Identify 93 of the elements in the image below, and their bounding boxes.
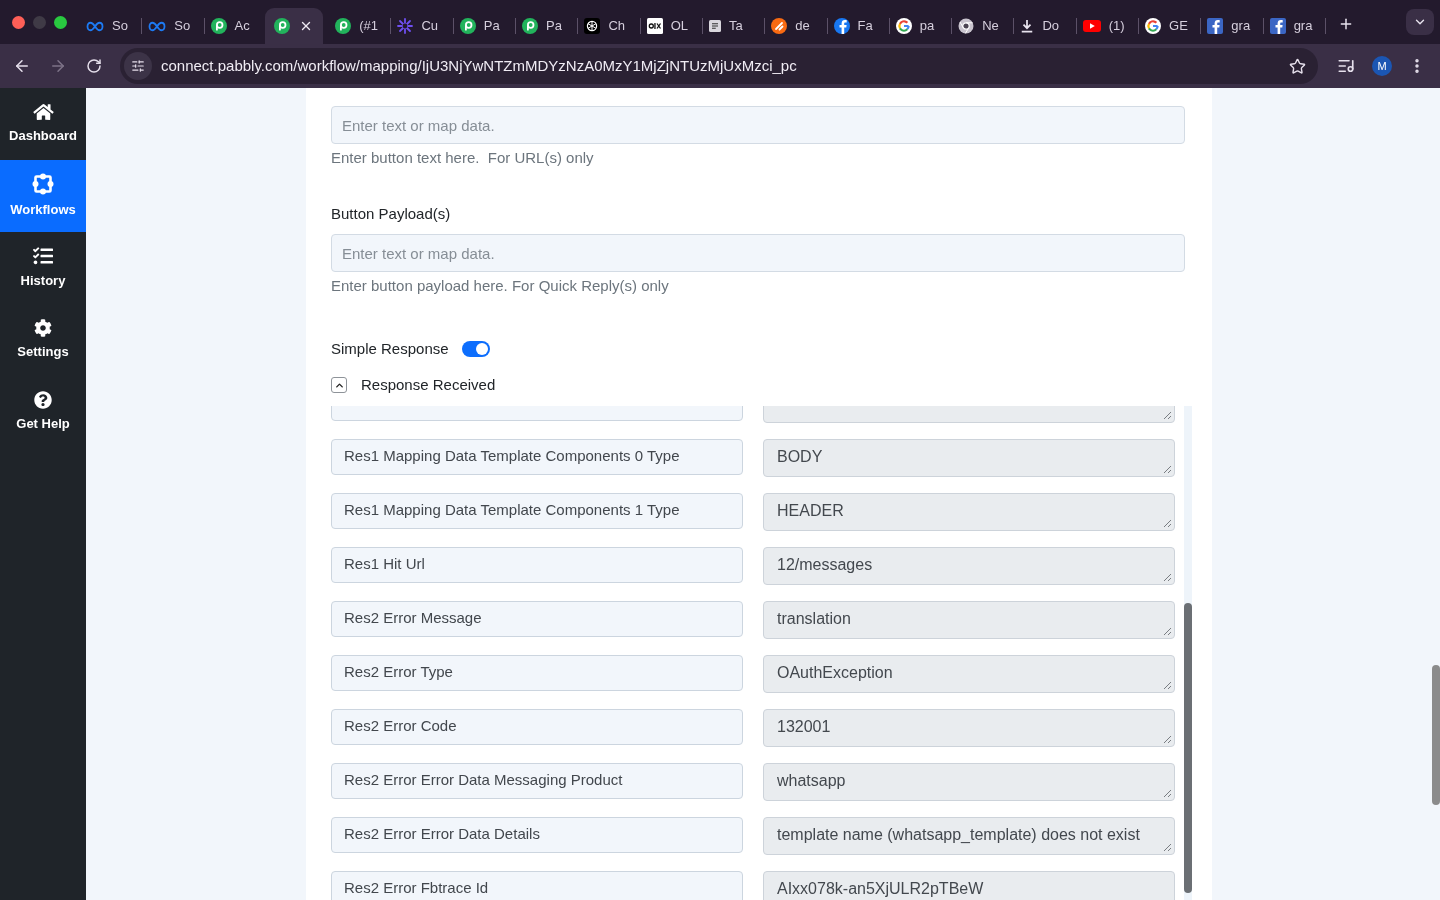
value-field[interactable]: 12/messages [763,547,1175,585]
star-icon[interactable] [1289,57,1306,75]
profile-avatar[interactable]: M [1372,56,1392,76]
disc-logo-icon [771,18,788,34]
toggle-label: Simple Response [331,339,449,359]
square-logo-icon [646,18,663,34]
value-field[interactable]: HEADER [763,493,1175,531]
key-field: Res2 Error Error Data Details [331,817,743,853]
checklist-icon [33,245,53,266]
f-logo-icon [833,18,850,34]
settings-icon [34,318,52,337]
key-field: Res2 Error Fbtrace Id [331,871,743,900]
collapse-button[interactable] [331,377,347,393]
resize-handle-icon[interactable] [1163,843,1171,851]
value-field[interactable]: template name (whatsapp_template) does not exist [763,817,1175,855]
ring-logo-icon [273,18,290,34]
knot-icon [584,18,601,34]
browser-tab[interactable]: de [765,8,824,44]
browser-tab[interactable]: (1) [1076,8,1135,44]
browser-tab[interactable]: OL [640,8,699,44]
window-close-button[interactable] [12,15,25,29]
resize-handle-icon[interactable] [1163,519,1171,527]
scrollbar-thumb[interactable] [1184,603,1192,893]
note-icon [708,20,721,32]
home-icon [32,102,54,121]
sunburst-icon [397,18,414,34]
text-input[interactable]: Enter text or map data. [331,234,1185,272]
g-logo-icon [895,18,912,34]
sidebar-item[interactable]: Workflows [0,160,86,232]
key-field: Res2 Error Type [331,655,743,691]
address-bar[interactable]: connect.pabbly.com/workflow/mapping/IjU3NjYwNTZmMDYzNzA0MzY1MjZjNTUzMjUxMzci_pc [120,48,1318,84]
toggle-switch[interactable] [461,341,490,357]
f-logo-icon [1207,18,1224,34]
key-field: Res2 Error Code [331,709,743,745]
browser-tab[interactable]: Cu [391,8,450,44]
scrollbar-thumb[interactable] [1432,665,1440,805]
workflow-icon [32,172,54,195]
site-settings-icon[interactable] [124,52,152,80]
play-icon [1082,20,1101,32]
browser-tab[interactable]: Ne [952,8,1011,44]
browser-tab[interactable] [264,8,323,44]
value-field[interactable]: AIxx078k-an5XjULR2pTBeW [763,871,1175,900]
field-label: Button Payload(s) [331,204,451,224]
browser-tab[interactable]: Ch [578,8,637,44]
key-field: Res1 Hit Url [331,547,743,583]
value-field[interactable]: BODY [763,439,1175,477]
help-icon [34,390,52,409]
browser-tab[interactable]: gra [1201,8,1260,44]
browser-tab[interactable]: gra [1263,8,1322,44]
help-text: Enter button text here. For URL(s) only [331,148,594,168]
browser-tab[interactable]: GE [1139,8,1198,44]
value-field[interactable]: OAuthException [763,655,1175,693]
key-field: Res2 Error Error Data Messaging Product [331,763,743,799]
browser-tab[interactable]: (#1 [329,8,388,44]
download-icon [1020,19,1035,33]
reload-button[interactable] [84,56,104,76]
resize-handle-icon[interactable] [1163,465,1171,473]
browser-tab[interactable]: So [142,8,201,44]
browser-tab[interactable]: Pa [516,8,575,44]
resize-handle-icon[interactable] [1163,573,1171,581]
resize-handle-icon[interactable] [1163,627,1171,635]
playlist-icon[interactable] [1337,57,1355,75]
f-logo-icon [1269,18,1286,34]
infinity-icon [86,20,104,32]
ring-logo-icon [522,18,539,34]
browser-tab[interactable]: So [80,8,138,44]
key-field: Res1 Mapping Data Template Components 0 Type [331,439,743,475]
browser-tab[interactable]: Do [1014,8,1073,44]
ring-logo-icon [210,18,227,34]
value-field[interactable]: translation [763,601,1175,639]
key-field: Res2 Error Message [331,601,743,637]
g-logo-icon [1145,18,1162,34]
browser-tab[interactable]: pa [889,8,948,44]
browser-tab[interactable]: Ta [702,8,761,44]
text-input[interactable]: Enter text or map data. [331,106,1185,144]
value-field[interactable]: 132001 [763,709,1175,747]
tab-list-button[interactable] [1406,9,1434,35]
browser-tab[interactable]: Pa [453,8,512,44]
ring-logo-icon [335,18,352,34]
resize-handle-icon[interactable] [1163,681,1171,689]
browser-tab[interactable]: Ac [204,8,263,44]
section-title: Response Received [361,375,496,395]
value-field[interactable]: whatsapp [763,763,1175,801]
infinity-icon [148,20,167,32]
key-field: Res1 Mapping Data Template Components 1 Type [331,493,743,529]
resize-handle-icon[interactable] [1163,789,1171,797]
resize-handle-icon[interactable] [1163,735,1171,743]
wheel-icon [958,18,975,34]
window-zoom-button[interactable] [54,15,67,29]
help-text: Enter button payload here. For Quick Reply(s) only [331,276,669,296]
resize-handle-icon[interactable] [1163,411,1171,419]
browser-tab[interactable]: Fa [827,8,886,44]
ring-logo-icon [459,18,476,34]
